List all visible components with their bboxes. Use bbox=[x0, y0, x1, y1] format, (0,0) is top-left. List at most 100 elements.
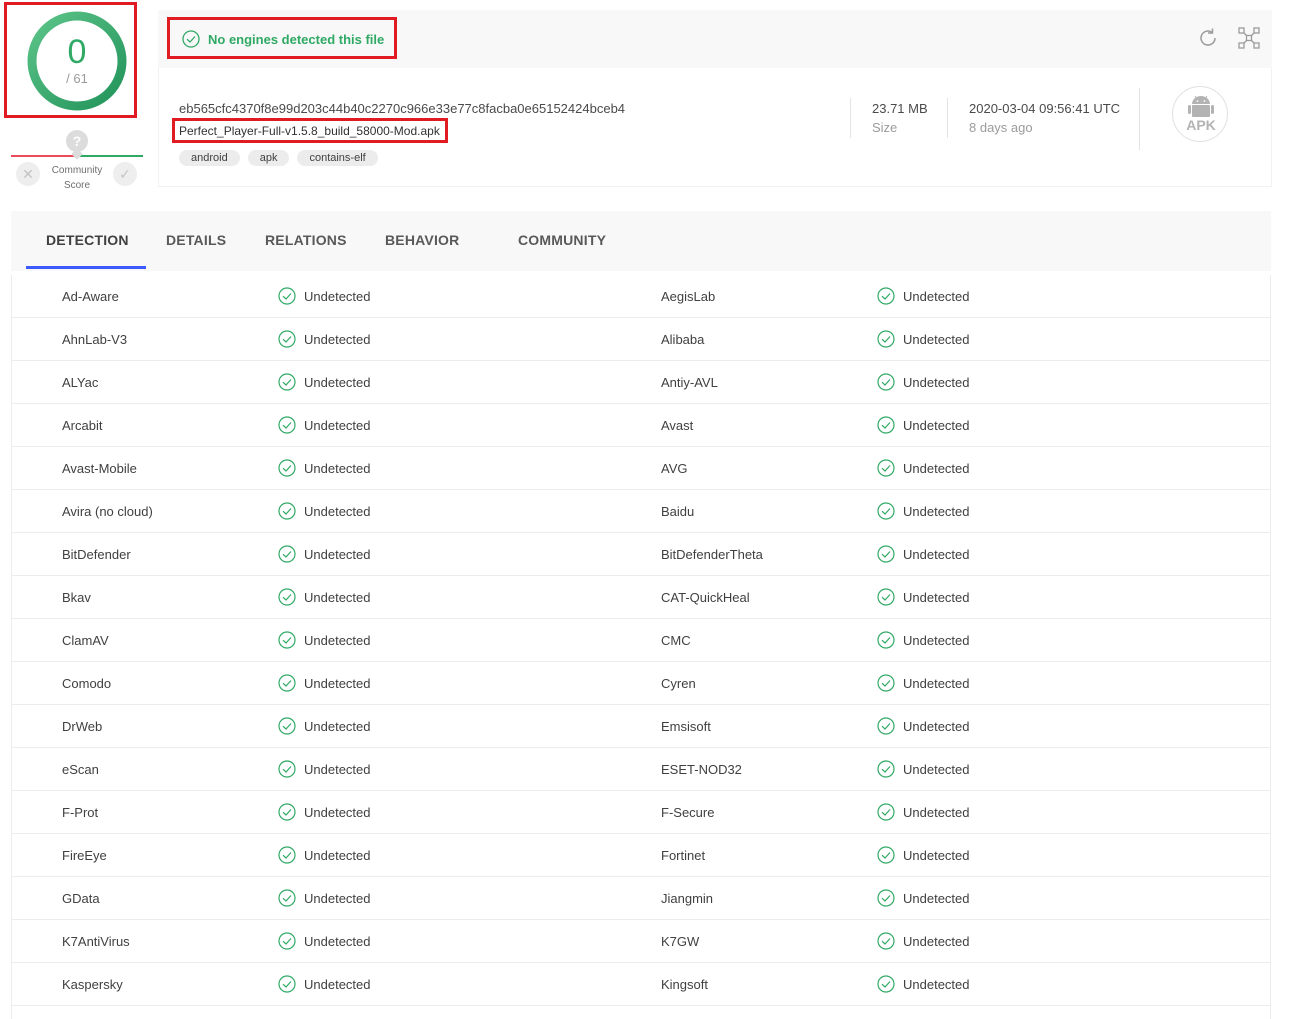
verdict-text: Undetected bbox=[903, 675, 970, 691]
check-circle-icon bbox=[278, 287, 296, 305]
engine-verdict: Undetected bbox=[877, 803, 970, 821]
apk-file-icon: APK bbox=[1172, 86, 1228, 142]
verdict-text: Undetected bbox=[304, 288, 371, 304]
verdict-text: Undetected bbox=[903, 589, 970, 605]
table-row: Arcabit Undetected Avast Undetected bbox=[12, 404, 1270, 447]
tag[interactable]: apk bbox=[247, 150, 290, 166]
engine-verdict: Undetected bbox=[877, 588, 970, 606]
verdict-text: Undetected bbox=[304, 976, 371, 992]
table-row: Ad-Aware Undetected AegisLab Undetected bbox=[12, 275, 1270, 318]
engine-verdict: Undetected bbox=[278, 631, 371, 649]
engine-verdict: Undetected bbox=[278, 588, 371, 606]
engine-name: DrWeb bbox=[62, 719, 103, 734]
verdict-text: Undetected bbox=[304, 933, 371, 949]
verdict-text: Undetected bbox=[304, 718, 371, 734]
table-row: Avira (no cloud) Undetected Baidu Undetecte… bbox=[12, 490, 1270, 533]
engine-name: ALYac bbox=[62, 375, 99, 390]
engine-verdict: Undetected bbox=[278, 846, 371, 864]
check-circle-icon bbox=[278, 545, 296, 563]
engine-verdict: Undetected bbox=[877, 459, 970, 477]
engine-verdict: Undetected bbox=[877, 416, 970, 434]
engine-name: BitDefender bbox=[62, 547, 131, 562]
table-row: Kaspersky Undetected Kingsoft Undetected bbox=[12, 963, 1270, 1006]
engine-name: Emsisoft bbox=[661, 719, 711, 734]
table-row: eScan Undetected ESET-NOD32 Undetected bbox=[12, 748, 1270, 791]
engine-verdict: Undetected bbox=[278, 373, 371, 391]
active-tab-indicator bbox=[26, 266, 146, 269]
verdict-text: Undetected bbox=[304, 847, 371, 863]
detection-results-table: Ad-Aware Undetected AegisLab Undetected AhnL… bbox=[11, 275, 1271, 1019]
verdict-text: Undetected bbox=[304, 546, 371, 562]
check-circle-icon bbox=[278, 330, 296, 348]
engine-name: BitDefenderTheta bbox=[661, 547, 763, 562]
tag[interactable]: android bbox=[179, 150, 240, 166]
table-row: ALYac Undetected Antiy-AVL Undetected bbox=[12, 361, 1270, 404]
table-row: F-Prot Undetected F-Secure Undetected bbox=[12, 791, 1270, 834]
engine-verdict: Undetected bbox=[278, 717, 371, 735]
table-row: Bkav Undetected CAT-QuickHeal Undetected bbox=[12, 576, 1270, 619]
check-circle-icon bbox=[278, 803, 296, 821]
table-row: DrWeb Undetected Emsisoft Undetected bbox=[12, 705, 1270, 748]
verdict-text: Undetected bbox=[903, 718, 970, 734]
tab-behavior[interactable]: BEHAVIOR bbox=[385, 232, 459, 248]
verdict-text: Undetected bbox=[903, 546, 970, 562]
reanalyze-icon[interactable] bbox=[1196, 26, 1220, 50]
file-type-label: APK bbox=[1186, 117, 1216, 133]
check-circle-icon bbox=[877, 502, 895, 520]
engine-verdict: Undetected bbox=[877, 330, 970, 348]
verdict-text: Undetected bbox=[304, 804, 371, 820]
check-circle-icon bbox=[877, 674, 895, 692]
android-icon bbox=[1188, 95, 1214, 117]
verdict-text: Undetected bbox=[304, 417, 371, 433]
vote-harmless-button[interactable]: ✓ bbox=[113, 162, 137, 186]
check-circle-icon bbox=[278, 674, 296, 692]
engine-verdict: Undetected bbox=[278, 502, 371, 520]
engine-name: Baidu bbox=[661, 504, 695, 519]
file-hash[interactable]: eb565cfc4370f8e99d203c44b40c2270c966e33e… bbox=[179, 101, 625, 116]
engine-name: GData bbox=[62, 891, 100, 906]
file-size-value: 23.71 MB bbox=[872, 101, 928, 116]
community-score-label: Community Score bbox=[51, 165, 103, 191]
gauge-highlight-box bbox=[4, 2, 137, 118]
tab-details[interactable]: DETAILS bbox=[166, 232, 226, 248]
divider bbox=[850, 98, 851, 138]
verdict-text: Undetected bbox=[903, 288, 970, 304]
check-circle-icon bbox=[278, 760, 296, 778]
verdict-text: Undetected bbox=[304, 761, 371, 777]
engine-verdict: Undetected bbox=[278, 803, 371, 821]
engine-verdict: Undetected bbox=[278, 674, 371, 692]
engine-name: Avast-Mobile bbox=[62, 461, 137, 476]
engine-verdict: Undetected bbox=[877, 674, 970, 692]
tab-community[interactable]: COMMUNITY bbox=[518, 232, 606, 248]
similar-files-icon[interactable] bbox=[1237, 26, 1261, 50]
engine-verdict: Undetected bbox=[877, 932, 970, 950]
engine-name: AhnLab-V3 bbox=[62, 332, 128, 347]
engine-verdict: Undetected bbox=[278, 459, 371, 477]
check-circle-icon bbox=[278, 502, 296, 520]
engine-name: F-Secure bbox=[661, 805, 715, 820]
tab-detection[interactable]: DETECTION bbox=[46, 232, 129, 248]
file-tags: android apk contains-elf bbox=[179, 150, 378, 166]
engine-name: Avast bbox=[661, 418, 694, 433]
check-circle-icon bbox=[877, 932, 895, 950]
tag[interactable]: contains-elf bbox=[297, 150, 378, 166]
verdict-text: Undetected bbox=[903, 460, 970, 476]
engine-name: AVG bbox=[661, 461, 688, 476]
tab-relations[interactable]: RELATIONS bbox=[265, 232, 347, 248]
analysis-date-value: 2020-03-04 09:56:41 UTC bbox=[969, 101, 1121, 116]
check-circle-icon bbox=[877, 330, 895, 348]
engine-name: K7GW bbox=[661, 934, 700, 949]
verdict-text: Undetected bbox=[903, 503, 970, 519]
status-highlight-box bbox=[167, 17, 397, 59]
check-circle-icon bbox=[877, 889, 895, 907]
table-row: BitDefender Undetected BitDefenderTheta Und… bbox=[12, 533, 1270, 576]
vote-harmful-button[interactable]: ✕ bbox=[16, 162, 40, 186]
engine-verdict: Undetected bbox=[278, 975, 371, 993]
community-negative-bar bbox=[11, 155, 77, 157]
verdict-text: Undetected bbox=[304, 589, 371, 605]
verdict-text: Undetected bbox=[304, 460, 371, 476]
engine-verdict: Undetected bbox=[877, 631, 970, 649]
check-circle-icon bbox=[877, 416, 895, 434]
verdict-text: Undetected bbox=[903, 890, 970, 906]
verdict-text: Undetected bbox=[903, 417, 970, 433]
